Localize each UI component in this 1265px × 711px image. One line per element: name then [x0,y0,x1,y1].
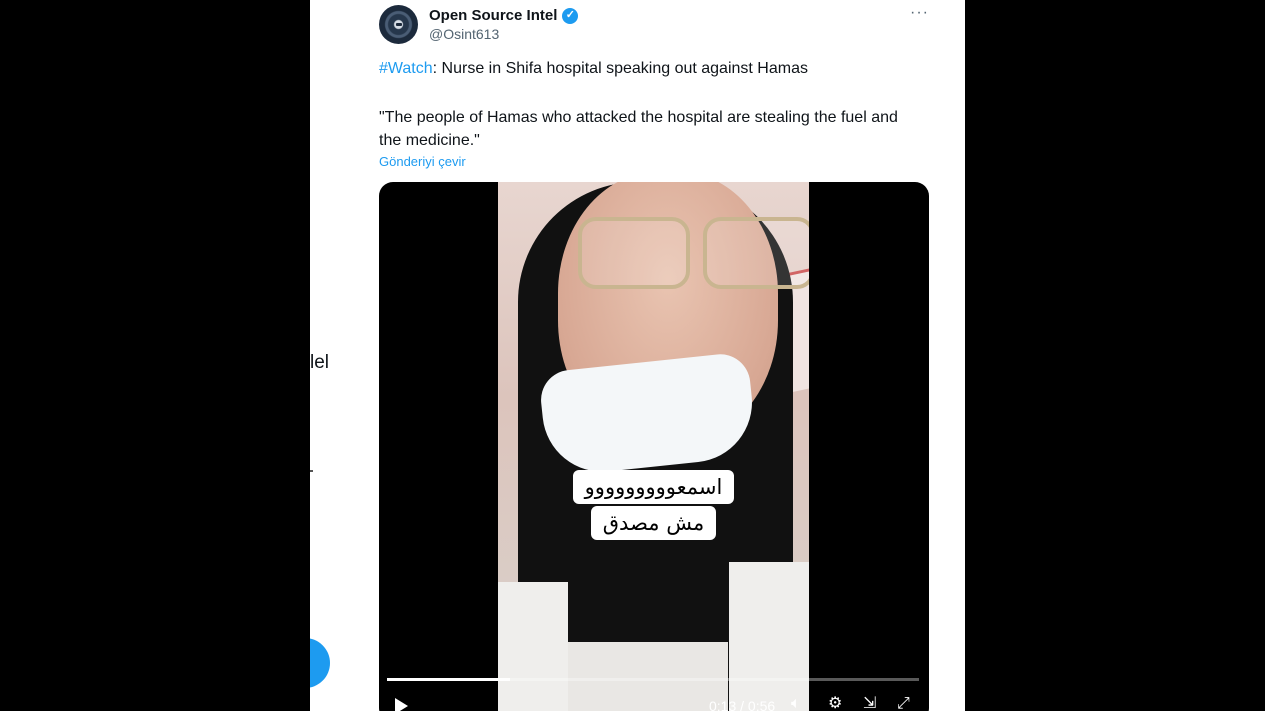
fullscreen-icon[interactable]: ⤢ [897,696,910,711]
volume-icon[interactable]: 🔈︎ [791,696,801,711]
cropped-background-mark [310,470,313,472]
video-subject-glasses [578,217,809,292]
video-progress-bar[interactable] [387,678,919,681]
video-caption-line-2: مش مصدق [590,506,717,540]
video-player[interactable]: اسمعووووووووو مش مصدق 0:13 / 0:56 🔈︎ ⚙ ⇲… [379,182,929,711]
cropped-background-text: lel [310,352,330,373]
video-controls: 0:13 / 0:56 🔈︎ ⚙ ⇲ ⤢ [379,688,929,711]
compose-floating-button[interactable] [310,638,330,688]
verified-badge-icon: ✓ [562,7,579,24]
background-page: lel Open Source Intel ✓ @Osint613 ··· #W… [310,0,965,711]
author-display-name[interactable]: Open Source Intel [429,7,557,24]
translate-post-link[interactable]: Gönderiyi çevir [379,154,466,169]
tweet-text-headline: #Watch: Nurse in Shifa hospital speaking… [379,60,808,78]
settings-gear-icon[interactable]: ⚙ [828,696,842,711]
video-progress-fill [387,678,511,681]
play-icon[interactable] [395,698,408,711]
tweet-text-quote: "The people of Hamas who attacked the ho… [379,109,898,149]
avatar[interactable] [379,5,418,44]
headline-text: : Nurse in Shifa hospital speaking out a… [432,60,808,77]
author-name-row: Open Source Intel ✓ [429,7,579,24]
more-options-icon[interactable]: ··· [910,4,929,22]
video-subject-mask [538,351,758,478]
video-time: 0:13 / 0:56 [709,698,776,711]
video-caption: اسمعووووووووو مش مصدق [498,470,809,540]
hashtag-link[interactable]: #Watch [379,60,433,77]
author-handle[interactable]: @Osint613 [429,26,499,42]
video-frame: اسمعووووووووو مش مصدق [498,182,809,711]
video-caption-line-1: اسمعووووووووو [572,470,735,504]
picture-in-picture-icon[interactable]: ⇲ [863,696,876,711]
